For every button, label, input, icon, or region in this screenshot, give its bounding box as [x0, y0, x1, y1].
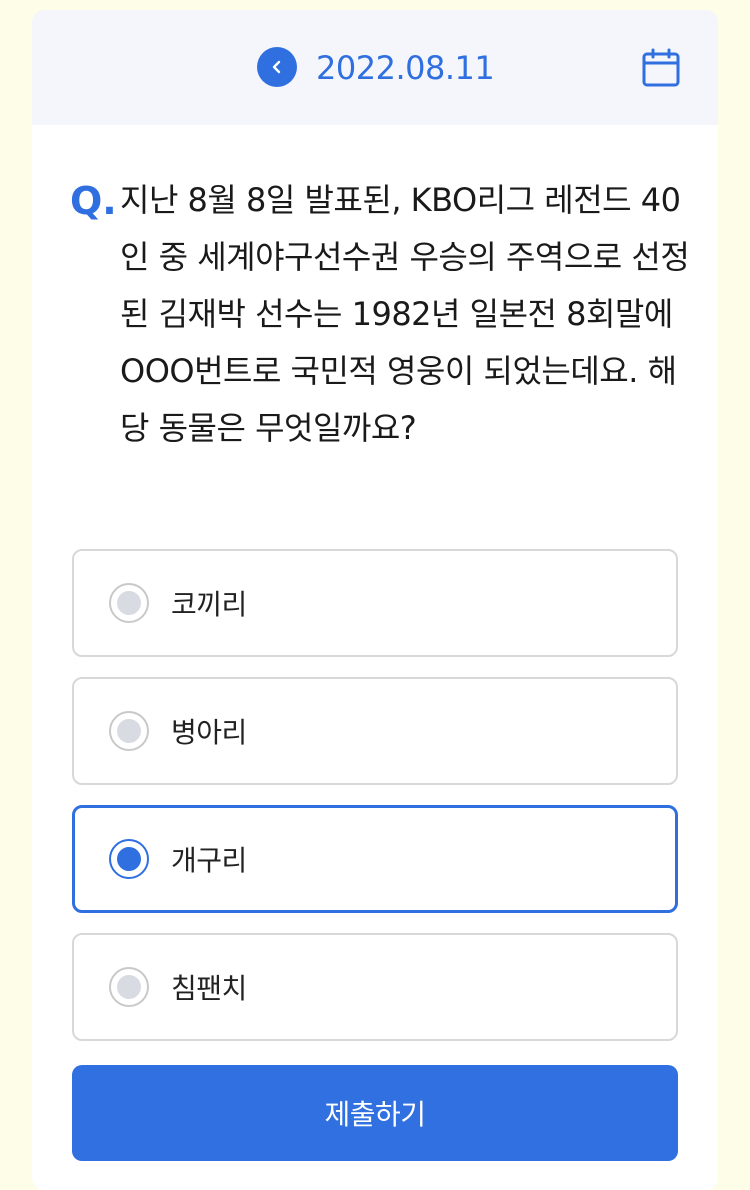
option-label: 코끼리: [171, 588, 247, 621]
question-block: Q. 지난 8월 8일 발표된, KBO리그 레전드 40인 중 세계야구선수권…: [70, 172, 690, 457]
answer-options: 코끼리 병아리 개구리 침팬치: [72, 549, 678, 1061]
chevron-left-icon: [272, 60, 281, 74]
radio-dot: [117, 591, 141, 615]
submit-button[interactable]: 제출하기: [72, 1065, 678, 1161]
quiz-card: 2022.08.11 Q. 지난 8월 8일 발표된, KBO리그 레전드 40…: [32, 10, 718, 1190]
radio-dot: [117, 719, 141, 743]
option-3[interactable]: 개구리: [72, 805, 678, 913]
back-button[interactable]: [257, 47, 297, 87]
option-4[interactable]: 침팬치: [72, 933, 678, 1041]
calendar-button[interactable]: [640, 47, 682, 89]
date-label: 2022.08.11: [316, 49, 495, 87]
radio-button-selected[interactable]: [109, 839, 149, 879]
radio-button[interactable]: [109, 583, 149, 623]
radio-dot: [117, 975, 141, 999]
question-text: 지난 8월 8일 발표된, KBO리그 레전드 40인 중 세계야구선수권 우승…: [120, 181, 690, 447]
date-header: 2022.08.11: [32, 10, 718, 125]
calendar-icon: [642, 48, 680, 87]
option-label: 침팬치: [171, 972, 247, 1005]
option-2[interactable]: 병아리: [72, 677, 678, 785]
question-mark: Q.: [70, 179, 117, 223]
option-label: 개구리: [171, 844, 247, 877]
option-label: 병아리: [171, 716, 247, 749]
radio-button[interactable]: [109, 711, 149, 751]
radio-dot: [117, 847, 141, 871]
option-1[interactable]: 코끼리: [72, 549, 678, 657]
radio-button[interactable]: [109, 967, 149, 1007]
